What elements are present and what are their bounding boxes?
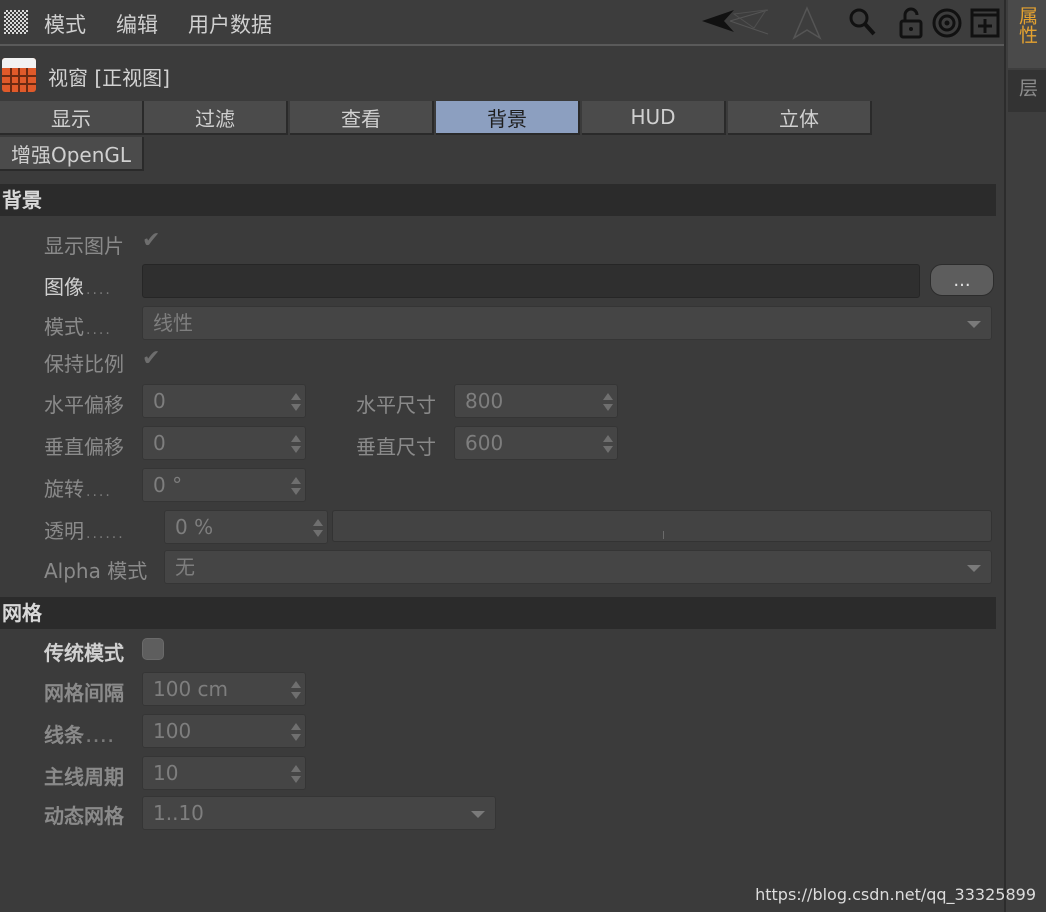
side-tab-layers[interactable]: 层 — [1008, 70, 1046, 112]
rotation-stepper[interactable]: 0 ° — [142, 468, 306, 502]
major-period-stepper[interactable]: 10 — [142, 756, 306, 790]
h-offset-label: 水平偏移 — [44, 393, 124, 417]
alpha-mode-label: Alpha 模式 — [44, 559, 148, 583]
grid-spacing-stepper[interactable]: 100 cm — [142, 672, 306, 706]
v-size-label: 垂直尺寸 — [356, 435, 436, 459]
menu-mode[interactable]: 模式 — [44, 9, 86, 39]
spin-arrows-icon[interactable] — [291, 477, 301, 495]
spin-arrows-icon[interactable] — [291, 435, 301, 453]
side-tab-layers-label: 层 — [1016, 78, 1038, 97]
show-image-label: 显示图片 — [44, 234, 124, 258]
spin-arrows-icon[interactable] — [291, 765, 301, 783]
tab-hud[interactable]: HUD — [582, 101, 726, 135]
section-header-grid[interactable]: 网格 — [0, 597, 996, 629]
search-icon[interactable] — [846, 6, 880, 40]
h-size-stepper[interactable]: 800 — [454, 384, 618, 418]
transparency-label: 透明...... — [44, 519, 125, 543]
image-label: 图像.... — [44, 275, 112, 299]
chevron-down-icon — [967, 321, 981, 328]
tab-enhanced-opengl[interactable]: 增强OpenGL — [0, 137, 144, 171]
chevron-down-icon — [967, 565, 981, 572]
v-offset-stepper[interactable]: 0 — [142, 426, 306, 460]
mode-label: 模式.... — [44, 315, 112, 339]
show-image-checkbox[interactable]: ✔ — [142, 228, 160, 253]
attribute-panel: 模式 编辑 用户数据 视窗 [正视图] 显示 过滤 查看 背景 HUD 立体 增… — [0, 0, 1004, 912]
menu-edit[interactable]: 编辑 — [116, 9, 158, 39]
lines-stepper[interactable]: 100 — [142, 714, 306, 748]
h-offset-stepper[interactable]: 0 — [142, 384, 306, 418]
side-tab-attributes[interactable]: 属性 — [1008, 0, 1046, 68]
menu-user-data[interactable]: 用户数据 — [188, 9, 272, 39]
dynamic-grid-dropdown[interactable]: 1..10 — [142, 796, 496, 830]
side-tab-attributes-label: 属性 — [1016, 6, 1038, 44]
major-period-label: 主线周期 — [44, 765, 124, 789]
target-icon[interactable] — [930, 6, 964, 40]
image-browse-button[interactable]: ... — [930, 264, 994, 296]
chevron-down-icon — [471, 811, 485, 818]
viewport-object-icon — [2, 58, 36, 92]
dynamic-grid-label: 动态网格 — [44, 804, 124, 828]
arrow-up-icon[interactable] — [790, 6, 824, 40]
slider-midpoint-tick — [663, 531, 664, 539]
section-header-background[interactable]: 背景 — [0, 184, 996, 216]
rotation-label: 旋转.... — [44, 477, 112, 501]
transparency-slider[interactable] — [332, 510, 992, 542]
grid-spacing-label: 网格间隔 — [44, 681, 124, 705]
h-size-label: 水平尺寸 — [356, 393, 436, 417]
tab-background[interactable]: 背景 — [436, 101, 580, 135]
tab-display[interactable]: 显示 — [0, 101, 144, 135]
panel-grip-icon[interactable] — [4, 10, 28, 34]
arrow-back-icon[interactable] — [700, 6, 770, 40]
menu-bar: 模式 编辑 用户数据 — [0, 0, 1004, 46]
keep-ratio-checkbox[interactable]: ✔ — [142, 346, 160, 371]
image-path-field[interactable] — [142, 264, 920, 298]
v-size-stepper[interactable]: 600 — [454, 426, 618, 460]
spin-arrows-icon[interactable] — [291, 393, 301, 411]
v-offset-label: 垂直偏移 — [44, 435, 124, 459]
legacy-mode-label: 传统模式 — [44, 641, 124, 665]
mode-dropdown[interactable]: 线性 — [142, 306, 992, 340]
tab-view[interactable]: 查看 — [290, 101, 434, 135]
spin-arrows-icon[interactable] — [291, 681, 301, 699]
side-tab-bar: 属性 层 — [1004, 0, 1046, 912]
spin-arrows-icon[interactable] — [313, 519, 323, 537]
keep-ratio-label: 保持比例 — [44, 352, 124, 376]
tab-filter[interactable]: 过滤 — [144, 101, 288, 135]
add-panel-icon[interactable] — [968, 6, 1002, 40]
spin-arrows-icon[interactable] — [291, 723, 301, 741]
spin-arrows-icon[interactable] — [603, 435, 613, 453]
tab-stereo[interactable]: 立体 — [728, 101, 872, 135]
spin-arrows-icon[interactable] — [603, 393, 613, 411]
object-title-row: 视窗 [正视图] — [0, 54, 1004, 98]
watermark: https://blog.csdn.net/qq_33325899 — [755, 885, 1036, 904]
transparency-stepper[interactable]: 0 % — [164, 510, 328, 544]
alpha-mode-dropdown[interactable]: 无 — [164, 550, 992, 584]
legacy-mode-checkbox[interactable] — [142, 638, 164, 660]
lock-icon[interactable] — [894, 6, 928, 40]
lines-label: 线条.... — [44, 723, 116, 747]
object-title: 视窗 [正视图] — [48, 66, 170, 90]
